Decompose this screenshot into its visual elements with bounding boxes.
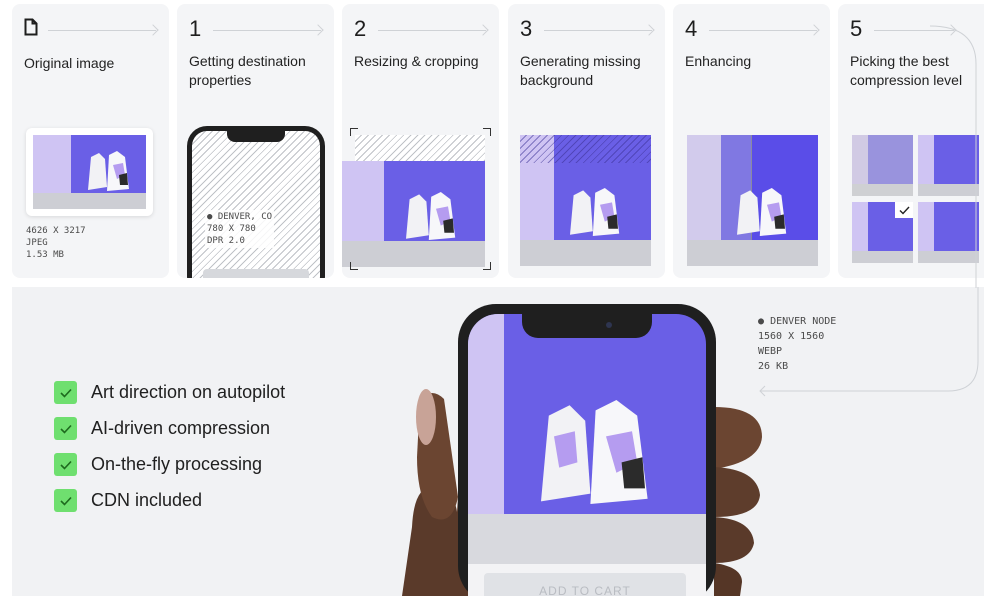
step-arrow [48,30,156,31]
feature-label: CDN included [91,490,203,510]
feature-label: On-the-fly processing [91,454,263,474]
camera-icon [606,322,612,328]
flow-connector [930,25,977,288]
step-title: Original image [24,55,115,71]
crop-corner-icon [483,262,491,270]
feature-item: CDN included [54,489,202,512]
step-title: Enhancing [685,53,752,69]
phone-mockup: ADD TO CART [458,304,716,596]
sneakers-image [406,192,456,240]
step-title: Resizing & cropping [354,53,479,69]
checkmark-icon [54,489,77,512]
crop-corner-icon [350,262,358,270]
step-number: 1 [189,16,202,41]
sneakers-image [737,188,787,236]
crop-corner-icon [350,128,358,136]
step-card-enhance: 4 Enhancing [673,4,830,278]
feature-item: Art direction on autopilot [54,381,285,404]
add-to-cart-button[interactable]: ADD TO CART [484,573,686,596]
destination-dims: 780 X 780 [207,224,256,234]
step-card-resize: 2 Resizing & cropping [342,4,499,278]
document-icon [24,18,38,36]
original-dims: 4626 X 3217 [26,226,86,236]
feature-item: AI-driven compression [54,417,270,440]
generated-background-image [520,135,651,266]
phone-outline [187,126,325,278]
step-arrow [709,30,817,31]
step-card-destination: 1 Getting destination properties ● DENVE… [177,4,334,278]
feature-label: AI-driven compression [91,418,271,438]
original-size: 1.53 MB [26,250,64,260]
checkmark-icon [54,453,77,476]
compression-option [852,135,913,196]
destination-location: DENVER, CO [217,212,273,222]
original-image-thumbnail [26,128,153,216]
enhanced-image [687,135,818,266]
step-title: Generating missing background [520,53,641,88]
result-panel: Art direction on autopilot AI-driven com… [12,287,984,596]
phone-notch [522,314,652,338]
location-pin-icon: ● [207,212,213,222]
step-number: 2 [354,16,367,41]
resized-image [342,161,485,267]
sneakers-image [541,400,648,504]
destination-meta: ● DENVER, CO 780 X 780 DPR 2.0 [205,210,275,248]
step-arrow [544,30,652,31]
feature-label: Art direction on autopilot [91,382,286,402]
step-arrow [213,30,321,31]
step-card-original: Original image 4626 X 3217 JPEG 1.53 MB [12,4,169,278]
feature-item: On-the-fly processing [54,453,262,476]
checkmark-icon [895,202,913,218]
compression-option-selected [852,202,913,263]
step-number: 5 [850,16,863,41]
step-number: 4 [685,16,698,41]
sneakers-image [88,151,129,191]
original-meta: 4626 X 3217 JPEG 1.53 MB [26,225,86,261]
step-number: 3 [520,16,533,41]
checkmark-icon [54,381,77,404]
step-title: Getting destination properties [189,53,306,88]
original-format: JPEG [26,238,48,248]
checkmark-icon [54,417,77,440]
loop-arrow [759,287,979,397]
product-photo [468,314,706,564]
crop-corner-icon [483,128,491,136]
sneakers-image [570,188,620,236]
step-card-background: 3 Generating missing background [508,4,665,278]
destination-dpr: DPR 2.0 [207,236,245,246]
step-arrow [378,30,486,31]
